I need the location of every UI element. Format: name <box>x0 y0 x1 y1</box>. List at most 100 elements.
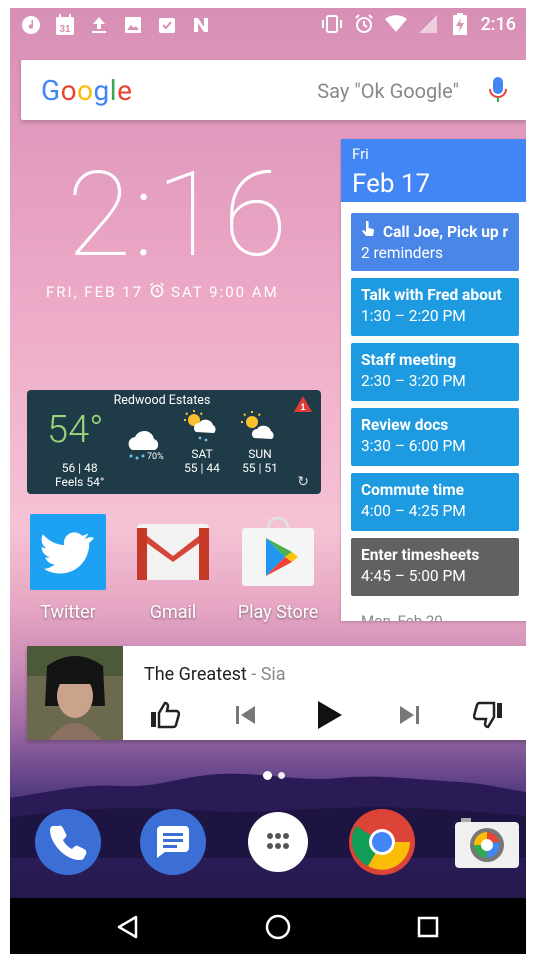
today-hi-lo: 56 | 48 <box>61 461 98 475</box>
event-title: Staff meeting <box>361 351 457 369</box>
phone-app-icon[interactable] <box>34 808 102 876</box>
google-logo-letter: o <box>77 74 94 107</box>
page-dot <box>278 772 285 779</box>
previous-track-button[interactable] <box>228 698 264 732</box>
status-time: 2:16 <box>480 13 516 35</box>
clipboard-check-icon <box>156 14 178 36</box>
event-subtitle: 2 reminders <box>361 244 444 262</box>
calendar-event[interactable]: Review docs 3:30 – 6:00 PM <box>351 408 519 466</box>
back-triangle-icon <box>117 915 138 939</box>
weather-widget[interactable]: Redwood Estates 1 54° 56 | 48 Feels 54° … <box>27 390 321 494</box>
app-label: Twitter <box>40 602 96 623</box>
calendar-event[interactable]: Commute time 4:00 – 4:25 PM <box>351 473 519 531</box>
clock-date-row: FRI, FEB 17 SAT 9:00 AM <box>46 282 279 302</box>
calendar-event[interactable]: Enter timesheets 4:45 – 5:00 PM <box>351 538 519 596</box>
track-info: The Greatest - Sia <box>144 664 286 685</box>
calendar-icon-date: 31 <box>59 24 71 35</box>
feels-like: Feels 54° <box>55 475 105 489</box>
current-temperature: 54° <box>47 408 104 452</box>
weather-location: Redwood Estates <box>113 393 211 408</box>
app-drawer-icon[interactable] <box>244 808 312 876</box>
event-time: 4:45 – 5:00 PM <box>361 567 466 585</box>
navigation-bar <box>10 898 526 954</box>
page-indicator <box>263 771 285 780</box>
skip-previous-icon <box>236 706 255 724</box>
event-title: Enter timesheets <box>361 546 480 564</box>
forecast-day: SAT 55 | 44 <box>182 410 222 475</box>
page-dot-active <box>263 771 272 780</box>
refresh-icon[interactable]: ↻ <box>297 474 309 490</box>
app-gmail[interactable]: Gmail <box>128 514 218 623</box>
weather-alert-icon[interactable]: 1 <box>293 395 313 417</box>
forecast-day: SUN 55 | 51 <box>240 410 280 475</box>
forecast-day-hl: 55 | 51 <box>242 461 278 475</box>
image-icon <box>122 14 144 36</box>
app-play-store[interactable]: Play Store <box>233 514 323 623</box>
calendar-event[interactable]: Talk with Fred about 1:30 – 2:20 PM <box>351 278 519 336</box>
back-button[interactable] <box>111 910 145 944</box>
microphone-icon[interactable] <box>487 76 509 110</box>
n-logo-icon <box>190 14 212 36</box>
home-button[interactable] <box>261 910 295 944</box>
app-twitter[interactable]: Twitter <box>23 514 113 623</box>
app-label: Gmail <box>149 602 197 623</box>
thumbs-up-button[interactable] <box>147 698 183 732</box>
today-hi-lo-block: 56 | 48 Feels 54° <box>55 461 104 489</box>
calendar-date: Feb 17 <box>352 169 431 199</box>
thumbs-up-icon <box>151 701 180 729</box>
partly-cloudy-icon <box>240 410 280 447</box>
rain-cloud-icon <box>123 430 165 468</box>
event-time: 3:30 – 6:00 PM <box>361 437 466 455</box>
next-alarm: SAT 9:00 AM <box>171 283 279 301</box>
status-bar: 31 2:16 <box>10 8 526 42</box>
play-store-icon <box>240 514 316 590</box>
app-label: Play Store <box>237 602 319 623</box>
search-hint: Say "Ok Google" <box>317 79 459 103</box>
clock-time[interactable]: 2:16 <box>58 146 298 284</box>
thumbs-down-button[interactable] <box>470 698 506 732</box>
event-title: Talk with Fred about <box>361 286 502 304</box>
album-art[interactable] <box>27 646 123 740</box>
partly-cloudy-rain-icon <box>182 410 222 447</box>
home-screen: 31 2:16 Google Say "Ok Google" 2:16 FRI,… <box>10 8 526 954</box>
alarm-icon <box>353 13 375 35</box>
track-separator: - <box>246 664 261 685</box>
track-title: The Greatest <box>144 664 247 685</box>
forecast-day-name: SUN <box>248 447 272 461</box>
google-logo-letter: g <box>93 74 110 107</box>
thumbs-down-icon <box>473 701 502 729</box>
vibrate-icon <box>321 13 343 35</box>
battery-charging-icon <box>449 13 471 35</box>
calendar-event[interactable]: Call Joe, Pick up r 2 reminders <box>351 213 519 271</box>
wifi-icon <box>384 13 407 35</box>
next-track-button[interactable] <box>391 698 427 732</box>
calendar-next-day: Mon, Feb 20 <box>361 612 443 621</box>
clock-date: FRI, FEB 17 <box>46 283 144 301</box>
google-search-bar[interactable]: Google Say "Ok Google" <box>21 60 526 120</box>
play-icon <box>318 701 342 729</box>
skip-next-icon <box>400 706 419 724</box>
twitter-icon <box>30 514 106 590</box>
alarm-clock-icon <box>149 282 165 302</box>
calendar-header[interactable]: Fri Feb 17 <box>341 139 526 202</box>
camera-app-icon[interactable] <box>453 808 521 876</box>
music-player-widget[interactable]: The Greatest - Sia <box>27 646 526 740</box>
recents-button[interactable] <box>411 910 445 944</box>
precip-chance: 70% <box>147 452 164 462</box>
event-title: Call Joe, Pick up r <box>383 223 509 241</box>
calendar-widget[interactable]: Fri Feb 17 Call Joe, Pick up r 2 reminde… <box>341 139 526 621</box>
calendar-events: Call Joe, Pick up r 2 reminders Talk wit… <box>351 213 519 603</box>
track-artist: Sia <box>260 664 286 685</box>
home-circle-icon <box>265 914 291 940</box>
chrome-app-icon[interactable] <box>348 808 416 876</box>
google-logo-letter: e <box>117 74 133 107</box>
google-logo-letter: o <box>60 74 78 107</box>
calendar-day: Fri <box>352 145 369 163</box>
play-button[interactable] <box>309 698 349 732</box>
event-time: 4:00 – 4:25 PM <box>361 502 466 520</box>
event-title: Commute time <box>361 481 465 499</box>
messages-app-icon[interactable] <box>139 808 207 876</box>
calendar-event[interactable]: Staff meeting 2:30 – 3:20 PM <box>351 343 519 401</box>
recents-square-icon <box>417 916 439 938</box>
no-sim-icon <box>417 13 439 35</box>
